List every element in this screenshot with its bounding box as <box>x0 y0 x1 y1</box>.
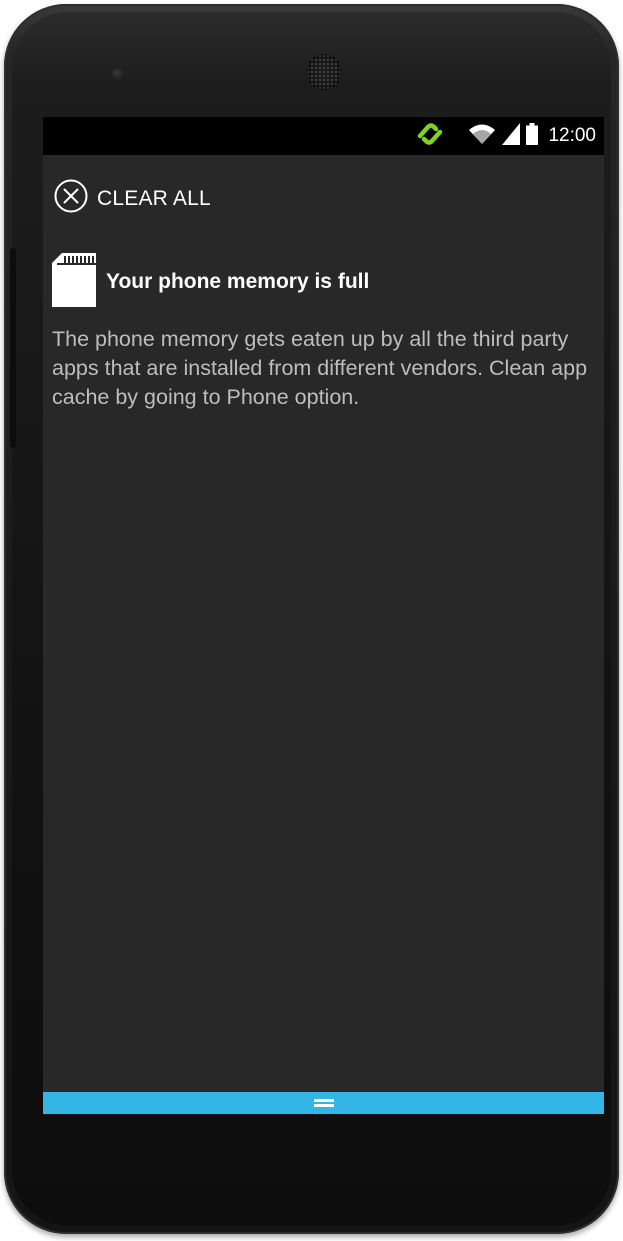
signal-icon <box>502 122 521 150</box>
sync-icon <box>416 122 444 151</box>
clear-all-label: CLEAR ALL <box>97 186 211 210</box>
notification-title: Your phone memory is full <box>106 269 370 293</box>
screen: 12:00 CLEAR ALL Your phone memory is ful… <box>43 117 604 1114</box>
earpiece-speaker <box>306 54 342 90</box>
status-time: 12:00 <box>548 125 596 146</box>
battery-icon <box>526 122 539 150</box>
status-icons: 12:00 <box>416 117 596 155</box>
front-camera <box>112 68 124 80</box>
notification-header[interactable]: Your phone memory is full <box>52 251 369 312</box>
close-circle-icon <box>53 178 89 219</box>
wifi-icon <box>468 122 496 151</box>
sd-card-icon <box>52 251 96 312</box>
notification-drag-handle[interactable] <box>43 1092 604 1114</box>
phone-frame: 12:00 CLEAR ALL Your phone memory is ful… <box>4 4 619 1234</box>
status-bar: 12:00 <box>43 117 604 155</box>
notification-body: The phone memory gets eaten up by all th… <box>52 327 588 409</box>
power-button <box>10 248 16 448</box>
clear-all-button[interactable]: CLEAR ALL <box>53 178 211 219</box>
drag-handle-icon <box>313 1097 334 1109</box>
